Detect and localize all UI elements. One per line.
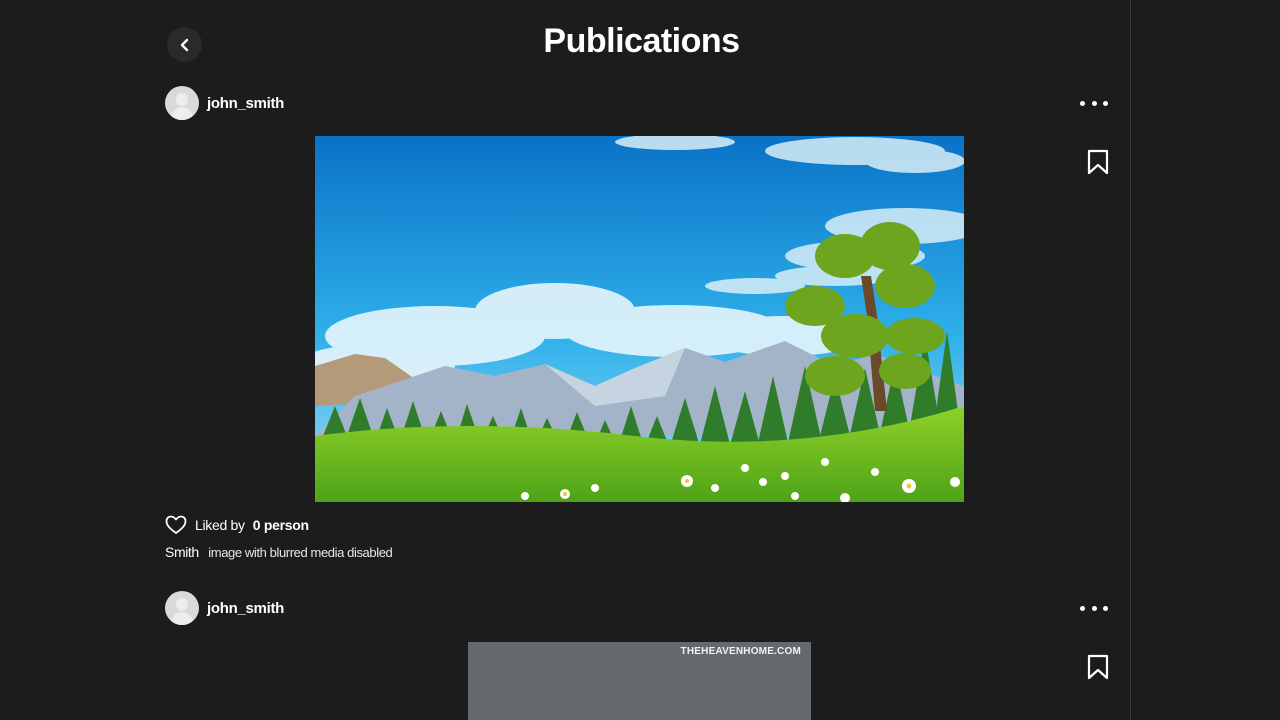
liked-count[interactable]: 0 person bbox=[253, 517, 309, 533]
caption-row: Smith image with blurred media disabled bbox=[165, 544, 393, 560]
caption-username[interactable]: Smith bbox=[165, 544, 199, 560]
post-username[interactable]: john_smith bbox=[207, 95, 284, 112]
bookmark-icon[interactable] bbox=[1085, 148, 1111, 176]
liked-by-label: Liked by bbox=[195, 517, 245, 533]
avatar[interactable] bbox=[165, 591, 199, 625]
post-header: john_smith bbox=[165, 591, 284, 625]
likes-row: Liked by 0 person bbox=[165, 515, 309, 535]
heart-icon[interactable] bbox=[165, 515, 187, 535]
more-options-button[interactable] bbox=[1080, 598, 1108, 618]
post-username[interactable]: john_smith bbox=[207, 600, 284, 617]
post-image[interactable]: THEHEAVENHOME.COM bbox=[468, 642, 811, 720]
right-divider bbox=[1130, 0, 1131, 720]
post-card: john_smith THEHEAVENHOME.COM bbox=[0, 591, 1130, 720]
image-watermark: THEHEAVENHOME.COM bbox=[680, 646, 801, 657]
bookmark-icon[interactable] bbox=[1085, 653, 1111, 681]
post-header: john_smith bbox=[165, 86, 284, 120]
caption-text: image with blurred media disabled bbox=[208, 545, 393, 560]
post-card: john_smith Liked by 0 person Smith image… bbox=[0, 86, 1130, 566]
landscape-illustration bbox=[315, 136, 964, 502]
post-image[interactable] bbox=[315, 136, 964, 502]
more-options-button[interactable] bbox=[1080, 93, 1108, 113]
page-title: Publications bbox=[543, 22, 740, 60]
avatar[interactable] bbox=[165, 86, 199, 120]
